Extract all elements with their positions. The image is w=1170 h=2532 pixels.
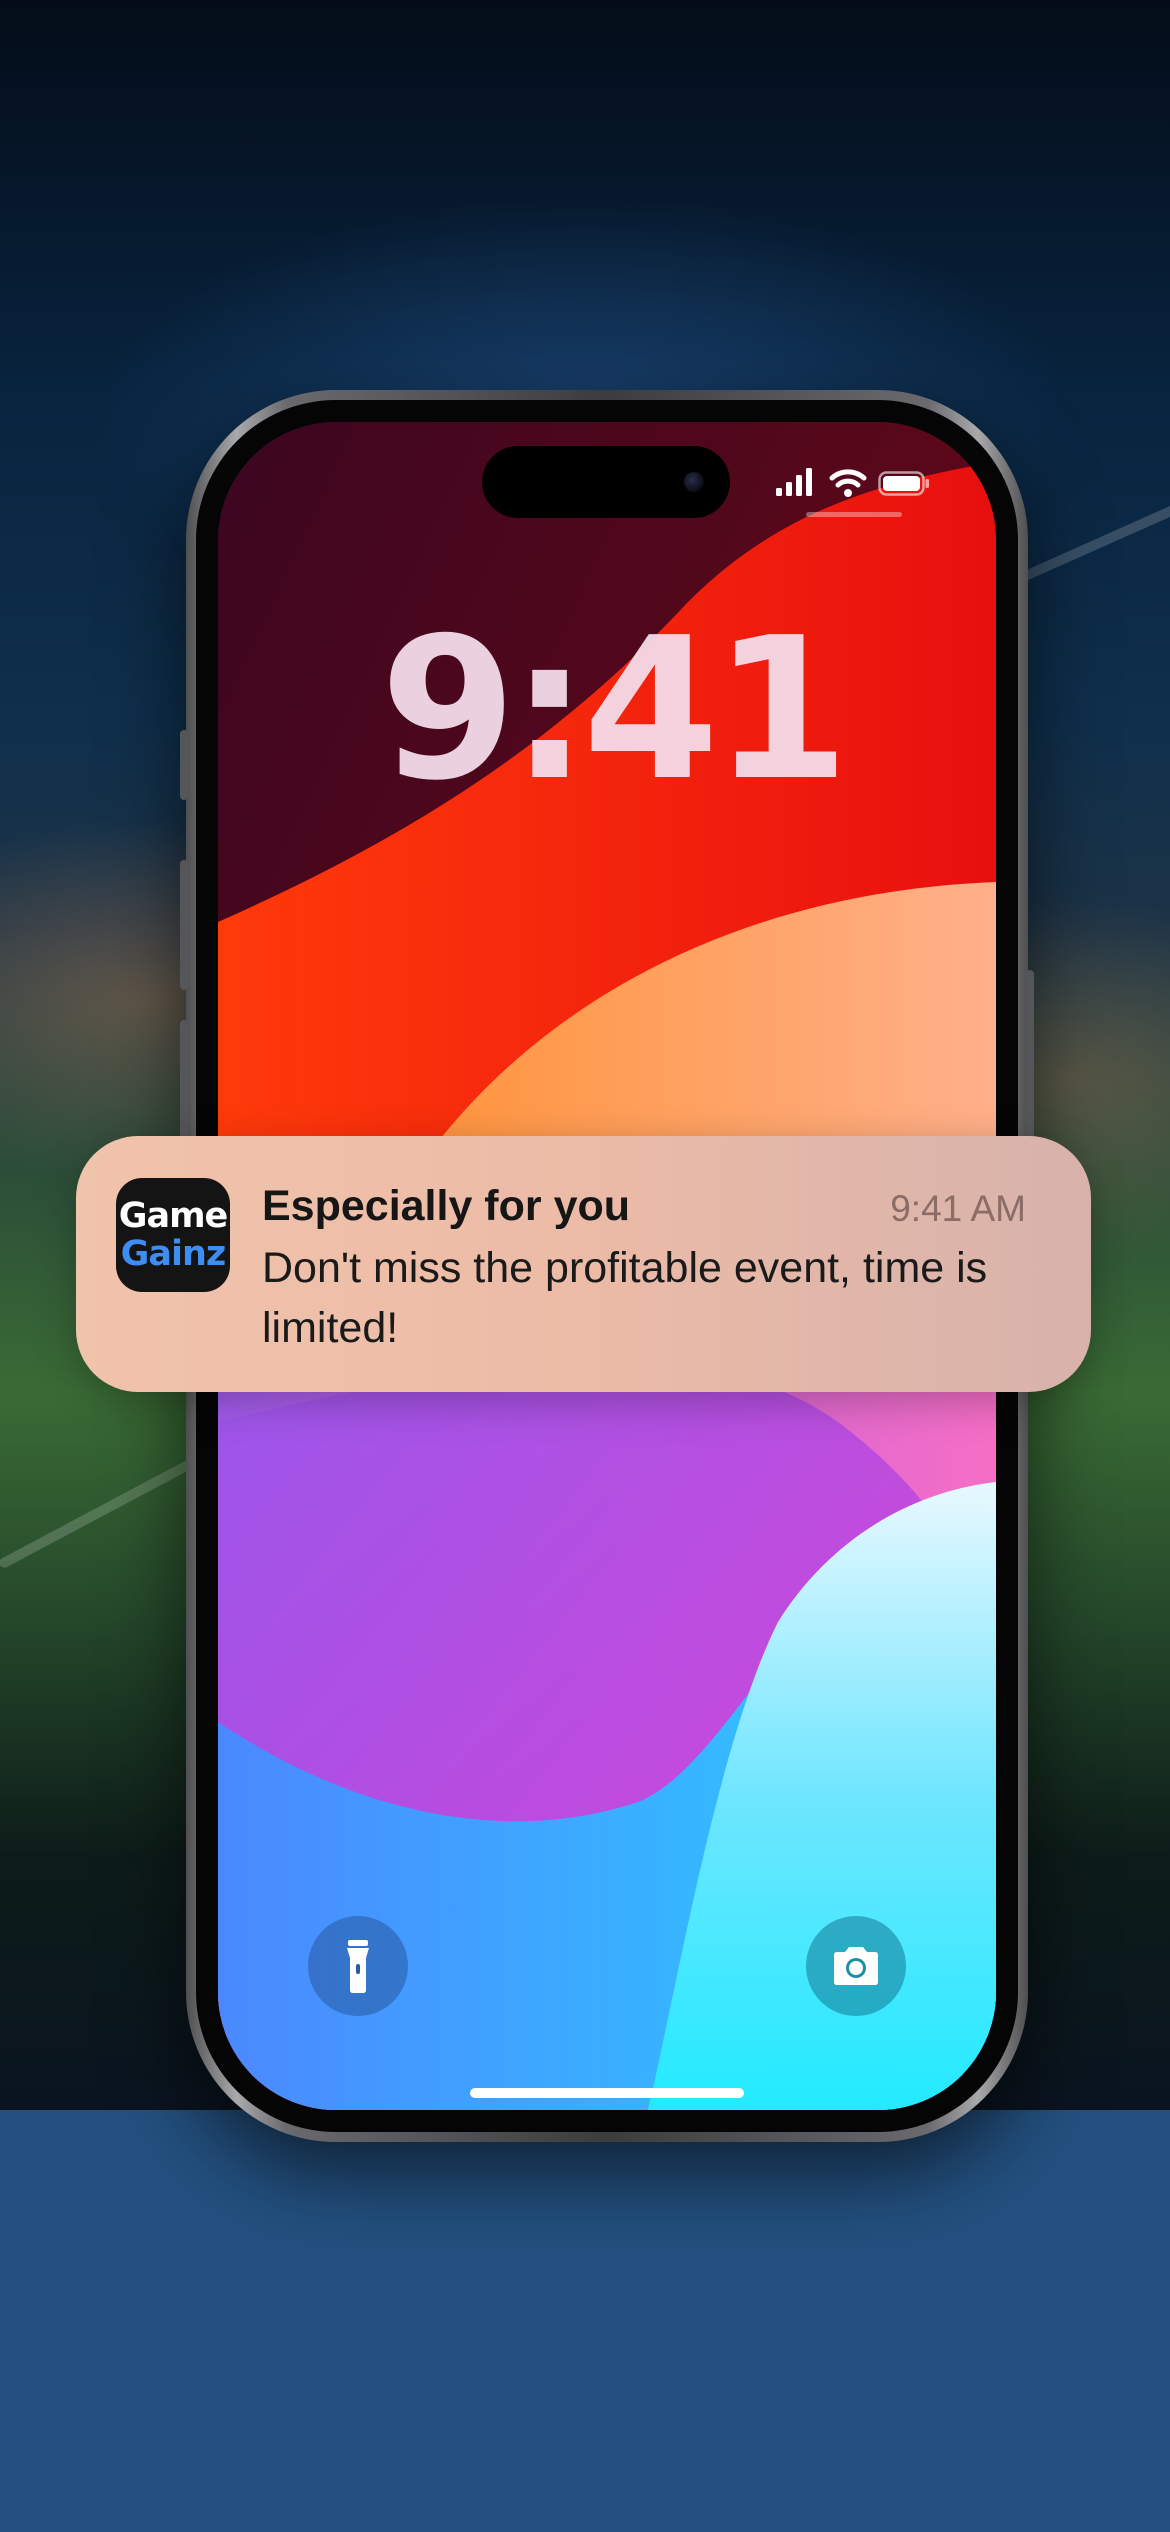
flashlight-button[interactable] <box>308 1916 408 2016</box>
action-button <box>180 730 188 800</box>
notification-body: Don't miss the profitable event, time is… <box>262 1244 988 1352</box>
camera-icon <box>834 1947 878 1985</box>
app-icon-gamegainz: Game Gainz <box>116 1178 230 1292</box>
notification-time: 9:41 AM <box>890 1188 1026 1229</box>
flashlight-icon <box>347 1940 369 1993</box>
cellular-signal-icon <box>776 468 812 496</box>
camera-button[interactable] <box>806 1916 906 2016</box>
battery-icon <box>878 471 929 496</box>
wifi-icon <box>829 469 867 497</box>
app-icon-text-line2: Gainz <box>120 1234 227 1274</box>
home-indicator[interactable] <box>470 2088 744 2098</box>
app-icon-text-line1: Game <box>118 1196 229 1236</box>
front-camera <box>684 472 704 492</box>
bottom-band <box>0 2110 1170 2532</box>
volume-up-button <box>180 860 188 990</box>
volume-down-button <box>180 1020 188 1150</box>
notification-title: Especially for you <box>262 1182 631 1230</box>
lock-screen-clock: 9:41 <box>380 596 850 824</box>
status-bar-indicator <box>806 512 902 517</box>
